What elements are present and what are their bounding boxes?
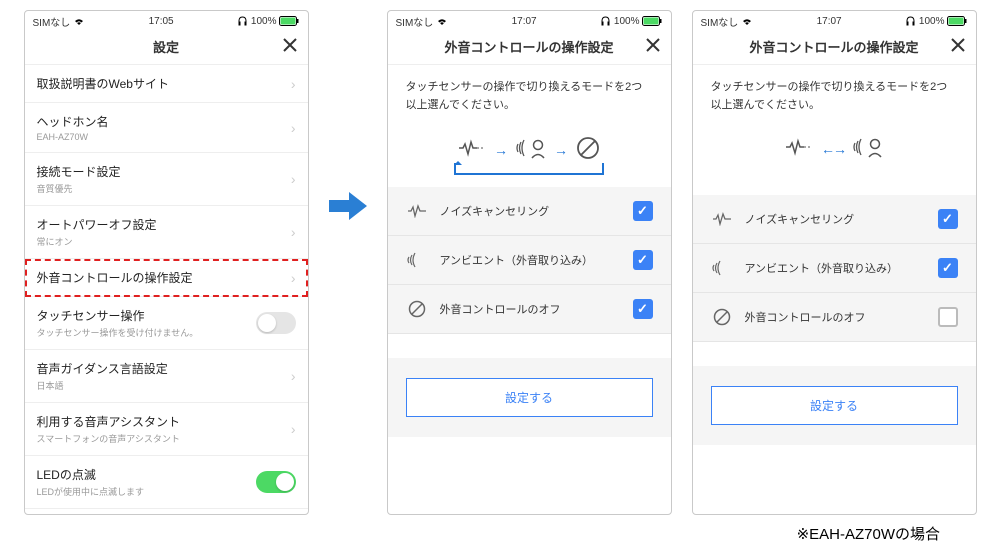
checkbox-unchecked[interactable] (938, 307, 958, 327)
row-headphone-name[interactable]: ヘッドホン名EAH-AZ70W› (25, 103, 308, 153)
status-time: 17:05 (149, 16, 174, 27)
instruction-text: タッチセンサーの操作で切り換えるモードを2つ以上選んでください。 (693, 65, 976, 122)
off-icon (406, 300, 428, 318)
close-icon[interactable] (950, 37, 966, 53)
chevron-right-icon: › (291, 368, 296, 384)
mode-diagram: ←→ (693, 122, 976, 195)
wifi-icon (436, 17, 448, 26)
headphone-icon (237, 16, 248, 26)
sim-status: SIMなし (396, 14, 434, 29)
row-voice-assistant[interactable]: 利用する音声アシスタントスマートフォンの音声アシスタント› (25, 403, 308, 456)
off-icon (576, 136, 600, 163)
options-list: ノイズキャンセリング アンビエント（外音取り込み） 外音コントロールのオフ (388, 187, 671, 334)
footer: 設定する (693, 366, 976, 445)
status-bar: SIMなし 17:07 100% (388, 11, 671, 29)
sim-status: SIMなし (33, 14, 71, 29)
settings-screen: SIMなし 17:05 100% 設定 取扱説明書のWebサイト› ヘッドホン名… (24, 10, 309, 515)
nc-icon (711, 212, 733, 226)
settings-list: 取扱説明書のWebサイト› ヘッドホン名EAH-AZ70W› 接続モード設定音質… (25, 65, 308, 515)
option-nc[interactable]: ノイズキャンセリング (693, 195, 976, 244)
checkbox-checked[interactable] (633, 201, 653, 221)
row-touch-sensor[interactable]: タッチセンサー操作タッチセンサー操作を受け付けません。 (25, 297, 308, 350)
row-connection-mode[interactable]: 接続モード設定音質優先› (25, 153, 308, 206)
close-icon[interactable] (282, 37, 298, 53)
ambient-icon (516, 137, 546, 162)
screen-header: 外音コントロールの操作設定 (388, 29, 671, 65)
row-voice-language[interactable]: 音声ガイダンス言語設定日本語› (25, 350, 308, 403)
ambient-icon (406, 252, 428, 268)
arrow-right-icon: → (494, 142, 508, 158)
row-ambient-control[interactable]: 外音コントロールの操作設定› (25, 259, 308, 297)
status-bar: SIMなし 17:07 100% (693, 11, 976, 29)
checkbox-checked[interactable] (633, 250, 653, 270)
battery-percent: 100% (919, 16, 945, 27)
chevron-right-icon: › (291, 224, 296, 240)
screen-header: 外音コントロールの操作設定 (693, 29, 976, 65)
touch-sensor-toggle[interactable] (256, 312, 296, 334)
led-toggle[interactable] (256, 471, 296, 493)
screen-header: 設定 (25, 29, 308, 65)
status-time: 17:07 (512, 16, 537, 27)
chevron-right-icon: › (291, 120, 296, 136)
ambient-icon (711, 260, 733, 276)
option-ambient[interactable]: アンビエント（外音取り込み） (693, 244, 976, 293)
headphone-icon (905, 16, 916, 26)
chevron-right-icon: › (291, 76, 296, 92)
status-bar: SIMなし 17:05 100% (25, 11, 308, 29)
sim-status: SIMなし (701, 14, 739, 29)
battery-icon (947, 16, 967, 26)
off-icon (711, 308, 733, 326)
checkbox-checked[interactable] (938, 209, 958, 229)
wifi-icon (73, 17, 85, 26)
headphone-icon (600, 16, 611, 26)
loop-arrow-icon (454, 163, 604, 175)
flow-arrow-icon (329, 190, 367, 222)
option-off[interactable]: 外音コントロールのオフ (388, 285, 671, 334)
battery-icon (279, 16, 299, 26)
nc-icon (458, 138, 486, 161)
page-title: 設定 (153, 37, 179, 56)
detail-screen-three: SIMなし 17:07 100% 外音コントロールの操作設定 タッチセンサーの操… (387, 10, 672, 515)
option-ambient[interactable]: アンビエント（外音取り込み） (388, 236, 671, 285)
chevron-right-icon: › (291, 270, 296, 286)
double-arrow-icon: ←→ (821, 141, 845, 157)
set-button[interactable]: 設定する (406, 378, 653, 417)
ambient-icon (853, 136, 883, 161)
mode-diagram: → → (388, 122, 671, 187)
nc-icon (406, 204, 428, 218)
row-manual[interactable]: 取扱説明書のWebサイト› (25, 65, 308, 103)
instruction-text: タッチセンサーの操作で切り換えるモードを2つ以上選んでください。 (388, 65, 671, 122)
battery-icon (642, 16, 662, 26)
arrow-right-icon: → (554, 142, 568, 158)
battery-percent: 100% (251, 16, 277, 27)
options-list: ノイズキャンセリング アンビエント（外音取り込み） 外音コントロールのオフ (693, 195, 976, 342)
chevron-right-icon: › (291, 421, 296, 437)
detail-screen-two: SIMなし 17:07 100% 外音コントロールの操作設定 タッチセンサーの操… (692, 10, 977, 515)
page-title: 外音コントロールの操作設定 (749, 37, 918, 56)
chevron-right-icon: › (291, 171, 296, 187)
footer: 設定する (388, 358, 671, 437)
row-switch-find[interactable]: ヘッドホンを切り換える/探す› (25, 509, 308, 515)
row-auto-poweroff[interactable]: オートパワーオフ設定常にオン› (25, 206, 308, 259)
checkbox-checked[interactable] (633, 299, 653, 319)
option-off[interactable]: 外音コントロールのオフ (693, 293, 976, 342)
nc-icon (785, 137, 813, 160)
status-time: 17:07 (817, 16, 842, 27)
set-button[interactable]: 設定する (711, 386, 958, 425)
option-nc[interactable]: ノイズキャンセリング (388, 187, 671, 236)
row-led-blink[interactable]: LEDの点滅LEDが使用中に点滅します (25, 456, 308, 509)
page-title: 外音コントロールの操作設定 (444, 37, 613, 56)
close-icon[interactable] (645, 37, 661, 53)
checkbox-checked[interactable] (938, 258, 958, 278)
wifi-icon (741, 17, 753, 26)
battery-percent: 100% (614, 16, 640, 27)
